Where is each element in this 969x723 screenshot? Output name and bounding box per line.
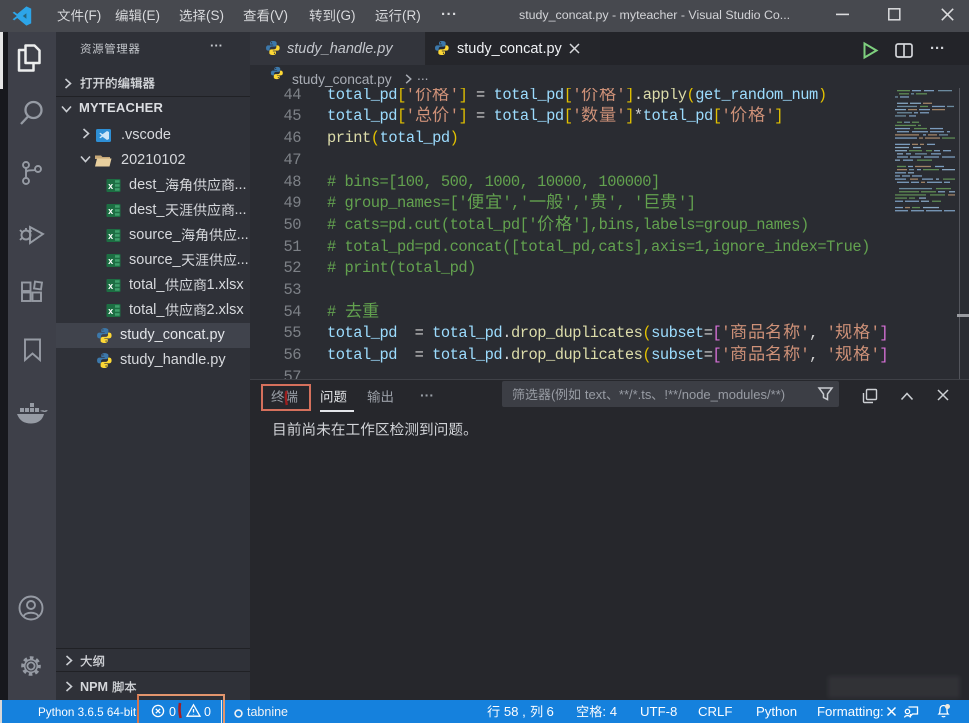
svg-text:x: x bbox=[108, 206, 113, 216]
svg-text:x: x bbox=[108, 181, 113, 191]
svg-text:x: x bbox=[108, 306, 113, 316]
svg-text:x: x bbox=[108, 281, 113, 291]
svg-text:x: x bbox=[108, 256, 113, 266]
svg-text:x: x bbox=[108, 231, 113, 241]
